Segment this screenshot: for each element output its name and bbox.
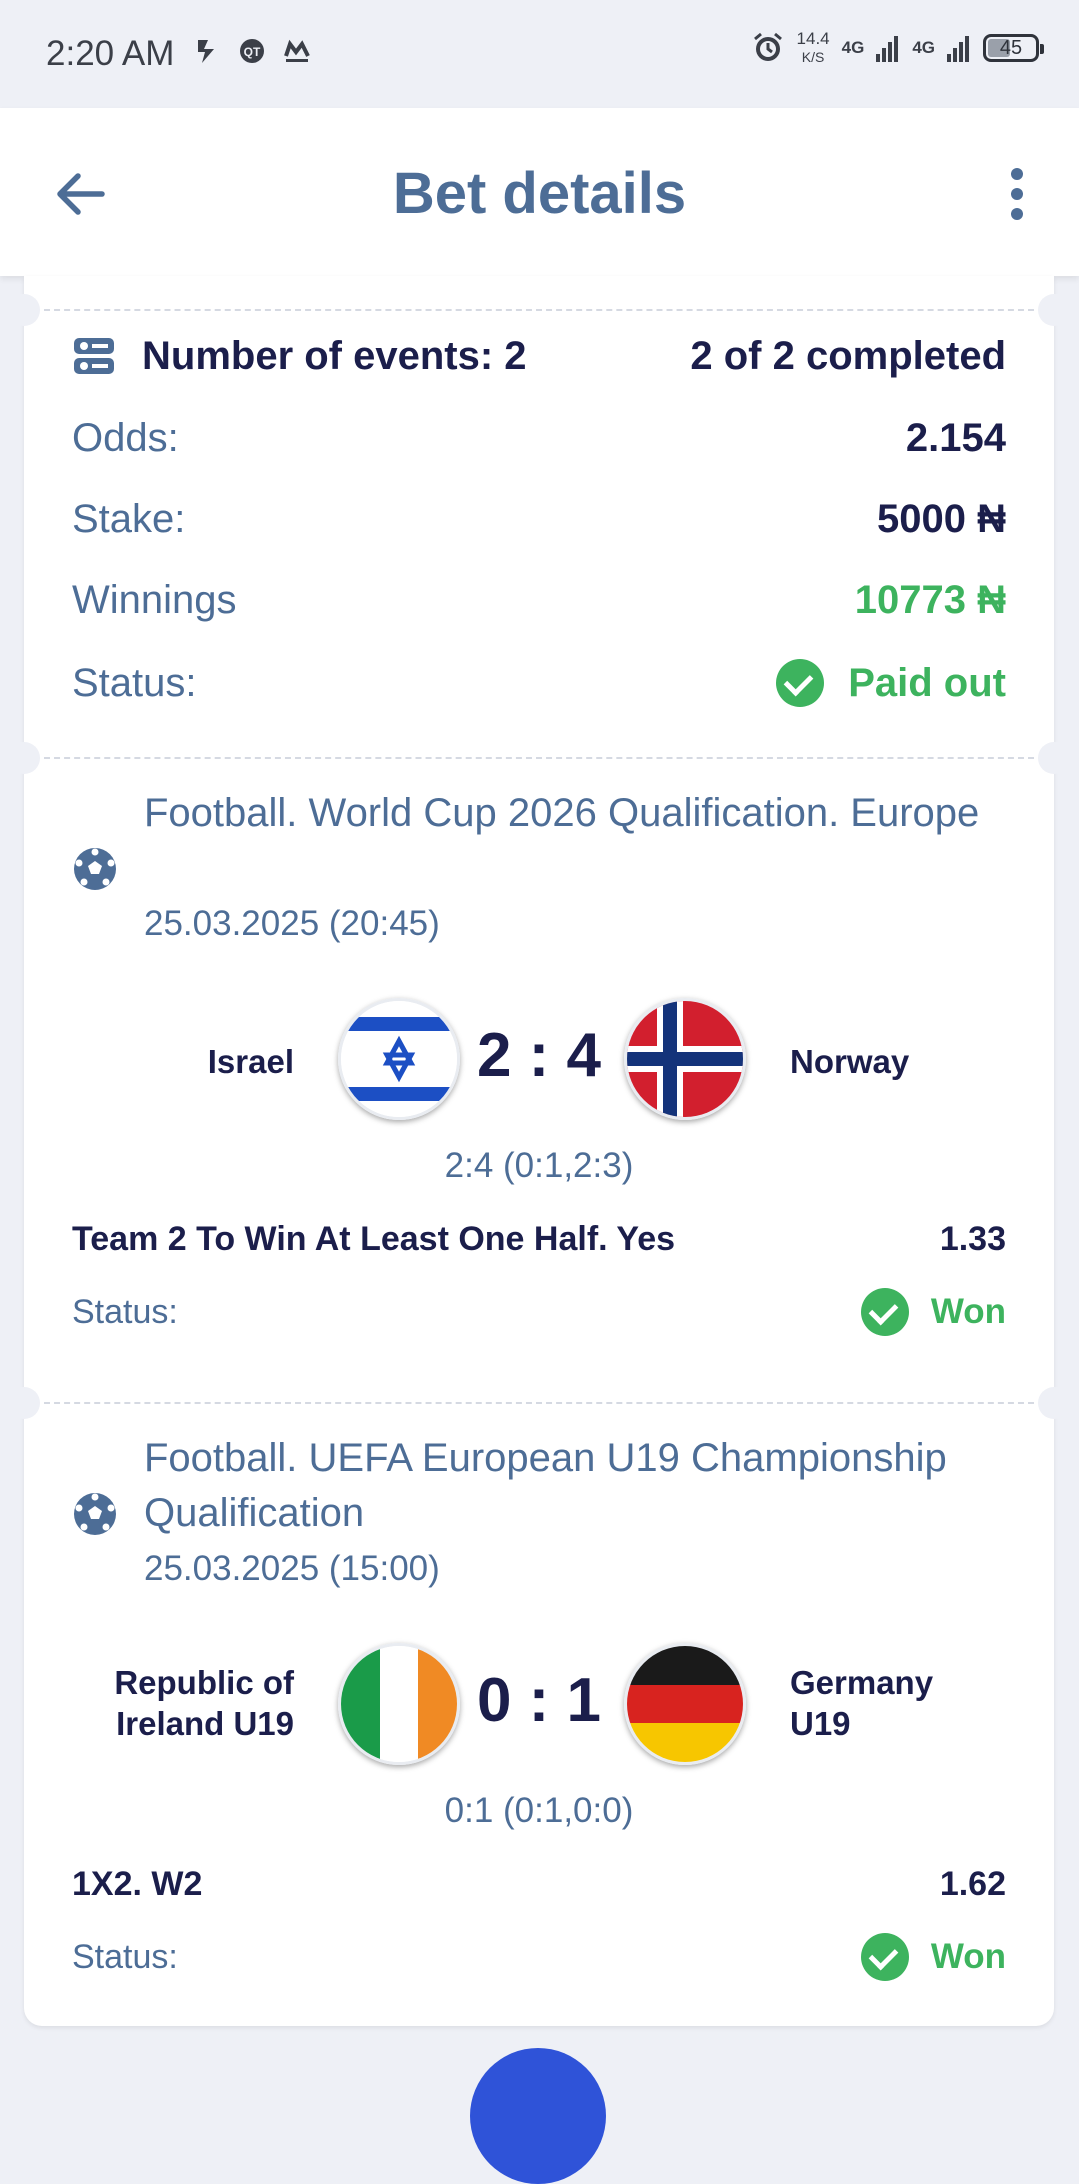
ticket-notch bbox=[8, 742, 40, 774]
odds-label: Odds: bbox=[72, 416, 179, 460]
event-status-value: Won bbox=[930, 1937, 1006, 1976]
market-row: Team 2 To Win At Least One Half. Yes 1.3… bbox=[72, 1220, 1006, 1259]
check-circle-icon bbox=[776, 659, 825, 707]
team-away: Germany U19 bbox=[790, 1664, 934, 1742]
soccer-ball-icon bbox=[74, 848, 116, 890]
net-speed-value: 14.4 bbox=[796, 29, 830, 48]
more-vert-icon[interactable] bbox=[995, 164, 1039, 224]
status-value: Paid out bbox=[848, 660, 1006, 705]
team-away: Norway bbox=[790, 1043, 910, 1080]
event-date: 25.03.2025 (15:00) bbox=[144, 1549, 440, 1588]
page-title: Bet details bbox=[392, 161, 687, 226]
market-odds: 1.33 bbox=[939, 1220, 1006, 1258]
event-date: 25.03.2025 (20:45) bbox=[144, 904, 440, 943]
app-header: Bet details bbox=[0, 108, 1079, 276]
floating-action-button[interactable] bbox=[470, 2048, 606, 2184]
odds-value: 2.154 bbox=[905, 416, 1006, 460]
signal-icon bbox=[947, 36, 969, 62]
check-circle-icon bbox=[860, 1933, 909, 1981]
event-title: Football. World Cup 2026 Qualification. … bbox=[144, 791, 980, 835]
qt-app-icon: QT bbox=[240, 39, 264, 63]
divider bbox=[44, 1402, 1034, 1404]
ticket-notch bbox=[8, 1387, 40, 1419]
stake-row: Stake: 5000 ₦ bbox=[72, 497, 1006, 542]
ticket-notch bbox=[1038, 1387, 1070, 1419]
status-row: Status: Paid out bbox=[72, 659, 1006, 707]
network-type-2: 4G bbox=[912, 38, 935, 57]
score-detail: 2:4 (0:1,2:3) bbox=[444, 1146, 634, 1185]
signal-icon bbox=[876, 36, 899, 62]
divider bbox=[44, 757, 1034, 759]
market-odds: 1.62 bbox=[939, 1865, 1006, 1903]
event-status-row: Status: Won bbox=[72, 1288, 1006, 1336]
events-list-icon bbox=[74, 338, 114, 374]
flag-ireland bbox=[338, 1643, 460, 1765]
event-status-label: Status: bbox=[72, 1937, 178, 1976]
battery-icon: 45 bbox=[983, 34, 1044, 62]
event-title: Football. UEFA European U19 Championship… bbox=[144, 1436, 947, 1535]
winnings-label: Winnings bbox=[72, 578, 237, 622]
ticket-notch bbox=[8, 294, 40, 326]
market-name: 1X2. W2 bbox=[72, 1865, 203, 1903]
ticket-notch bbox=[1038, 742, 1070, 774]
battery-level: 45 bbox=[999, 37, 1023, 59]
status-bar: 2:20 AM QT 14.4 K/S 4G 4G 45 bbox=[0, 0, 1079, 108]
event-status-label: Status: bbox=[72, 1292, 178, 1331]
system-icons: 14.4 K/S 4G 4G 45 bbox=[751, 30, 1044, 66]
check-circle-icon bbox=[860, 1288, 909, 1336]
status-label: Status: bbox=[72, 660, 197, 705]
bolt-app-icon bbox=[198, 40, 214, 63]
market-row: 1X2. W2 1.62 bbox=[72, 1865, 1006, 1904]
network-type-1: 4G bbox=[841, 38, 865, 57]
team-home: Israel bbox=[207, 1043, 294, 1080]
score-detail: 0:1 (0:1,0:0) bbox=[444, 1791, 634, 1830]
status-time: 2:20 AM bbox=[46, 34, 175, 73]
soccer-ball-icon bbox=[74, 1493, 116, 1535]
flag-norway bbox=[624, 998, 746, 1120]
divider bbox=[44, 309, 1034, 311]
msport-app-icon bbox=[284, 39, 310, 62]
market-name: Team 2 To Win At Least One Half. Yes bbox=[72, 1220, 676, 1258]
net-speed-unit: K/S bbox=[801, 49, 825, 65]
ticket-notch bbox=[1038, 294, 1070, 326]
stake-label: Stake: bbox=[72, 497, 186, 541]
completed-count: 2 of 2 completed bbox=[690, 333, 1006, 378]
flag-germany bbox=[624, 1643, 746, 1765]
winnings-value: 10773 ₦ bbox=[854, 578, 1006, 622]
bet-card: Number of events: 2 2 of 2 completed Odd… bbox=[8, 276, 1070, 2026]
odds-row: Odds: 2.154 bbox=[72, 416, 1006, 461]
match-score: 2 : 4 bbox=[476, 1021, 602, 1090]
event-status-row: Status: Won bbox=[72, 1933, 1006, 1981]
match-score: 0 : 1 bbox=[476, 1666, 602, 1735]
alarm-icon bbox=[753, 32, 782, 61]
notification-icons: QT bbox=[192, 36, 314, 66]
flag-israel bbox=[338, 998, 460, 1120]
team-home: Republic of Ireland U19 bbox=[114, 1664, 294, 1742]
events-row: Number of events: 2 2 of 2 completed bbox=[72, 332, 1006, 380]
winnings-row: Winnings 10773 ₦ bbox=[72, 578, 1006, 623]
stake-value: 5000 ₦ bbox=[877, 497, 1006, 541]
event-status-value: Won bbox=[930, 1292, 1006, 1331]
svg-text:QT: QT bbox=[244, 45, 261, 59]
net-speed: 14.4 K/S bbox=[797, 30, 830, 66]
number-of-events: Number of events: 2 bbox=[142, 333, 527, 378]
